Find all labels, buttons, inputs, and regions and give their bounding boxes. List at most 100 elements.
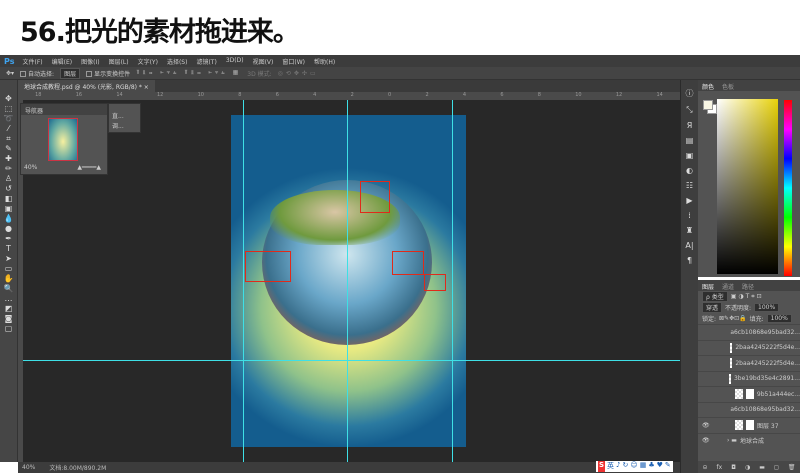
character-icon[interactable]: Я [687, 121, 693, 130]
screen-mode-icon[interactable]: ▢ [5, 324, 13, 333]
path-select-icon[interactable]: ➤ [5, 254, 12, 263]
adjustments-panel-button[interactable]: 调... [112, 122, 137, 132]
magic-wand-icon[interactable]: ⁄ [8, 124, 9, 133]
brush-tool-icon[interactable]: ✏ [5, 164, 12, 173]
glyphs-icon[interactable]: A| [685, 241, 693, 250]
align-icons[interactable]: ⫪⫫⫬ ⫦⫧⫨ ⫪⫫⫬ ⫦⫧⫨ ▦ [136, 69, 241, 77]
menu-item[interactable]: 编辑(E) [52, 57, 72, 66]
hue-slider[interactable] [784, 100, 792, 276]
pen-tool-icon[interactable]: ✒ [5, 234, 12, 243]
status-zoom[interactable]: 40% [22, 464, 35, 471]
navigator-zoom[interactable]: 40% [24, 164, 37, 171]
foreground-color-swatch[interactable] [703, 100, 713, 110]
guide-line[interactable] [452, 100, 453, 462]
layer-mask-thumbnail[interactable] [745, 389, 754, 400]
blend-mode-dropdown[interactable]: 穿透 [702, 302, 723, 313]
menu-item[interactable]: 帮助(H) [314, 57, 335, 66]
shape-tool-icon[interactable]: ▭ [5, 264, 13, 273]
more-tools-icon[interactable]: … [5, 294, 13, 303]
layer-row[interactable]: 👁 图层 37 [698, 417, 800, 433]
eyedropper-icon[interactable]: ✎ [5, 144, 12, 153]
stamp-tool-icon[interactable]: ♙ [5, 174, 12, 183]
healing-brush-icon[interactable]: ✚ [5, 154, 12, 163]
tab-paths[interactable]: 路径 [742, 282, 754, 291]
opacity-field[interactable]: 100% [754, 303, 780, 312]
clone-source-icon[interactable]: ♜ [686, 226, 693, 235]
lasso-tool-icon[interactable]: ➰ [4, 114, 14, 123]
dodge-tool-icon[interactable]: ● [5, 224, 12, 233]
layer-row[interactable]: 👁 › ▬ 地球合成 [698, 432, 800, 449]
filter-icons[interactable]: ▣◑T⌗⊡ [731, 293, 764, 301]
hand-tool-icon[interactable]: ✋ [4, 274, 14, 283]
layers-footer-button[interactable]: 🗑 [788, 464, 796, 471]
layer-mask-thumbnail[interactable] [746, 420, 754, 431]
menu-item[interactable]: 文字(Y) [138, 57, 158, 66]
menu-item[interactable]: 滤镜(T) [196, 57, 216, 66]
layers-footer-button[interactable]: ▬ [759, 464, 765, 471]
layer-filter-dropdown[interactable]: ρ 类型 [702, 291, 728, 302]
move-tool-icon[interactable]: ✥▾ [6, 70, 14, 77]
tab-channels[interactable]: 通道 [722, 282, 734, 291]
ime-button[interactable]: ♪ [616, 461, 620, 472]
layers-footer-button[interactable]: ⊝ [703, 464, 708, 471]
color-swatches-icon[interactable]: ◩ [5, 304, 13, 313]
auto-select-checkbox[interactable]: 自动选择: [20, 69, 54, 78]
history-brush-icon[interactable]: ↺ [5, 184, 12, 193]
ime-button[interactable]: 英 [607, 461, 614, 472]
guide-line[interactable] [243, 100, 244, 462]
menu-item[interactable]: 窗口(W) [282, 57, 305, 66]
transform-icon[interactable]: ⤡ [686, 105, 692, 115]
notes-icon[interactable]: ▤ [686, 136, 694, 145]
marquee-tool-icon[interactable]: ⬚ [5, 104, 13, 113]
info-icon[interactable]: ⓘ [686, 88, 694, 99]
layers-footer-button[interactable]: ◑ [745, 464, 750, 471]
crop-tool-icon[interactable]: ⌗ [6, 134, 11, 143]
actions-play-icon[interactable]: ▶ [686, 196, 692, 205]
fill-field[interactable]: 100% [766, 314, 792, 323]
brush-preset-icon[interactable]: ⁞ [688, 211, 691, 220]
3d-mode-icons[interactable]: ◎⟲✥✣▭ [278, 70, 319, 77]
color-field[interactable] [717, 99, 778, 274]
document-tab[interactable]: 地球合成教程.psd @ 40% (光影, RGB/8) * × [18, 80, 155, 92]
gradient-tool-icon[interactable]: ▣ [5, 204, 13, 213]
frame-icon[interactable]: ▣ [686, 151, 694, 160]
layers-footer-button[interactable]: ◻ [774, 464, 779, 471]
show-transform-checkbox[interactable]: 显示变换控件 [86, 69, 130, 78]
layers-footer-button[interactable]: fx [717, 464, 723, 471]
visibility-eye-icon[interactable]: 👁 [702, 437, 710, 444]
histogram-panel-button[interactable]: 直... [112, 112, 137, 122]
ime-button[interactable]: ↻ [623, 461, 629, 472]
layer-row[interactable]: 2baa4245222f5d4e... [698, 355, 800, 371]
adjust-icon[interactable]: ◐ [686, 166, 693, 175]
layer-row[interactable]: a6cb10868e95bad32... [698, 324, 800, 340]
navigator-thumbnail[interactable] [48, 118, 78, 161]
blur-tool-icon[interactable]: 💧 [4, 214, 14, 223]
menu-item[interactable]: 图像(I) [81, 57, 99, 66]
menu-item[interactable]: 选择(S) [167, 57, 188, 66]
layer-row[interactable]: 2baa4245222f5d4e... [698, 339, 800, 356]
quick-mask-icon[interactable]: ◙ [5, 314, 13, 323]
zoom-tool-icon[interactable]: 🔍 [4, 284, 14, 293]
styles-icon[interactable]: ☷ [686, 181, 693, 190]
layer-row[interactable]: 9b51a444ec... [698, 386, 800, 402]
ime-button[interactable]: S [598, 461, 606, 472]
layer-row[interactable]: 3be19bd35e4c2891... [698, 370, 800, 387]
tab-swatches[interactable]: 色板 [722, 82, 734, 91]
ime-button[interactable]: ▦ [640, 461, 647, 472]
guide-line[interactable] [347, 100, 348, 462]
layers-footer-button[interactable]: ◘ [731, 464, 736, 471]
visibility-eye-icon[interactable]: 👁 [702, 422, 710, 429]
layer-row[interactable]: a6cb10868e95bad32... [698, 401, 800, 418]
tab-layers[interactable]: 图层 [702, 282, 714, 291]
menu-item[interactable]: 图层(L) [109, 57, 129, 66]
ime-button[interactable]: ✎ [665, 461, 671, 472]
ime-button[interactable]: ☺ [630, 461, 637, 472]
paragraph-icon[interactable]: ¶ [687, 256, 692, 265]
lock-icons[interactable]: ⊠✎✥⊡🔒 [719, 315, 747, 322]
ime-button[interactable]: ♣ [648, 461, 654, 472]
menu-item[interactable]: 视图(V) [253, 57, 274, 66]
type-tool-icon[interactable]: T [6, 244, 11, 253]
auto-select-dropdown[interactable]: 图层 [60, 67, 81, 79]
tab-color[interactable]: 颜色 [702, 82, 714, 91]
move-tool-icon[interactable]: ✥ [5, 94, 12, 103]
